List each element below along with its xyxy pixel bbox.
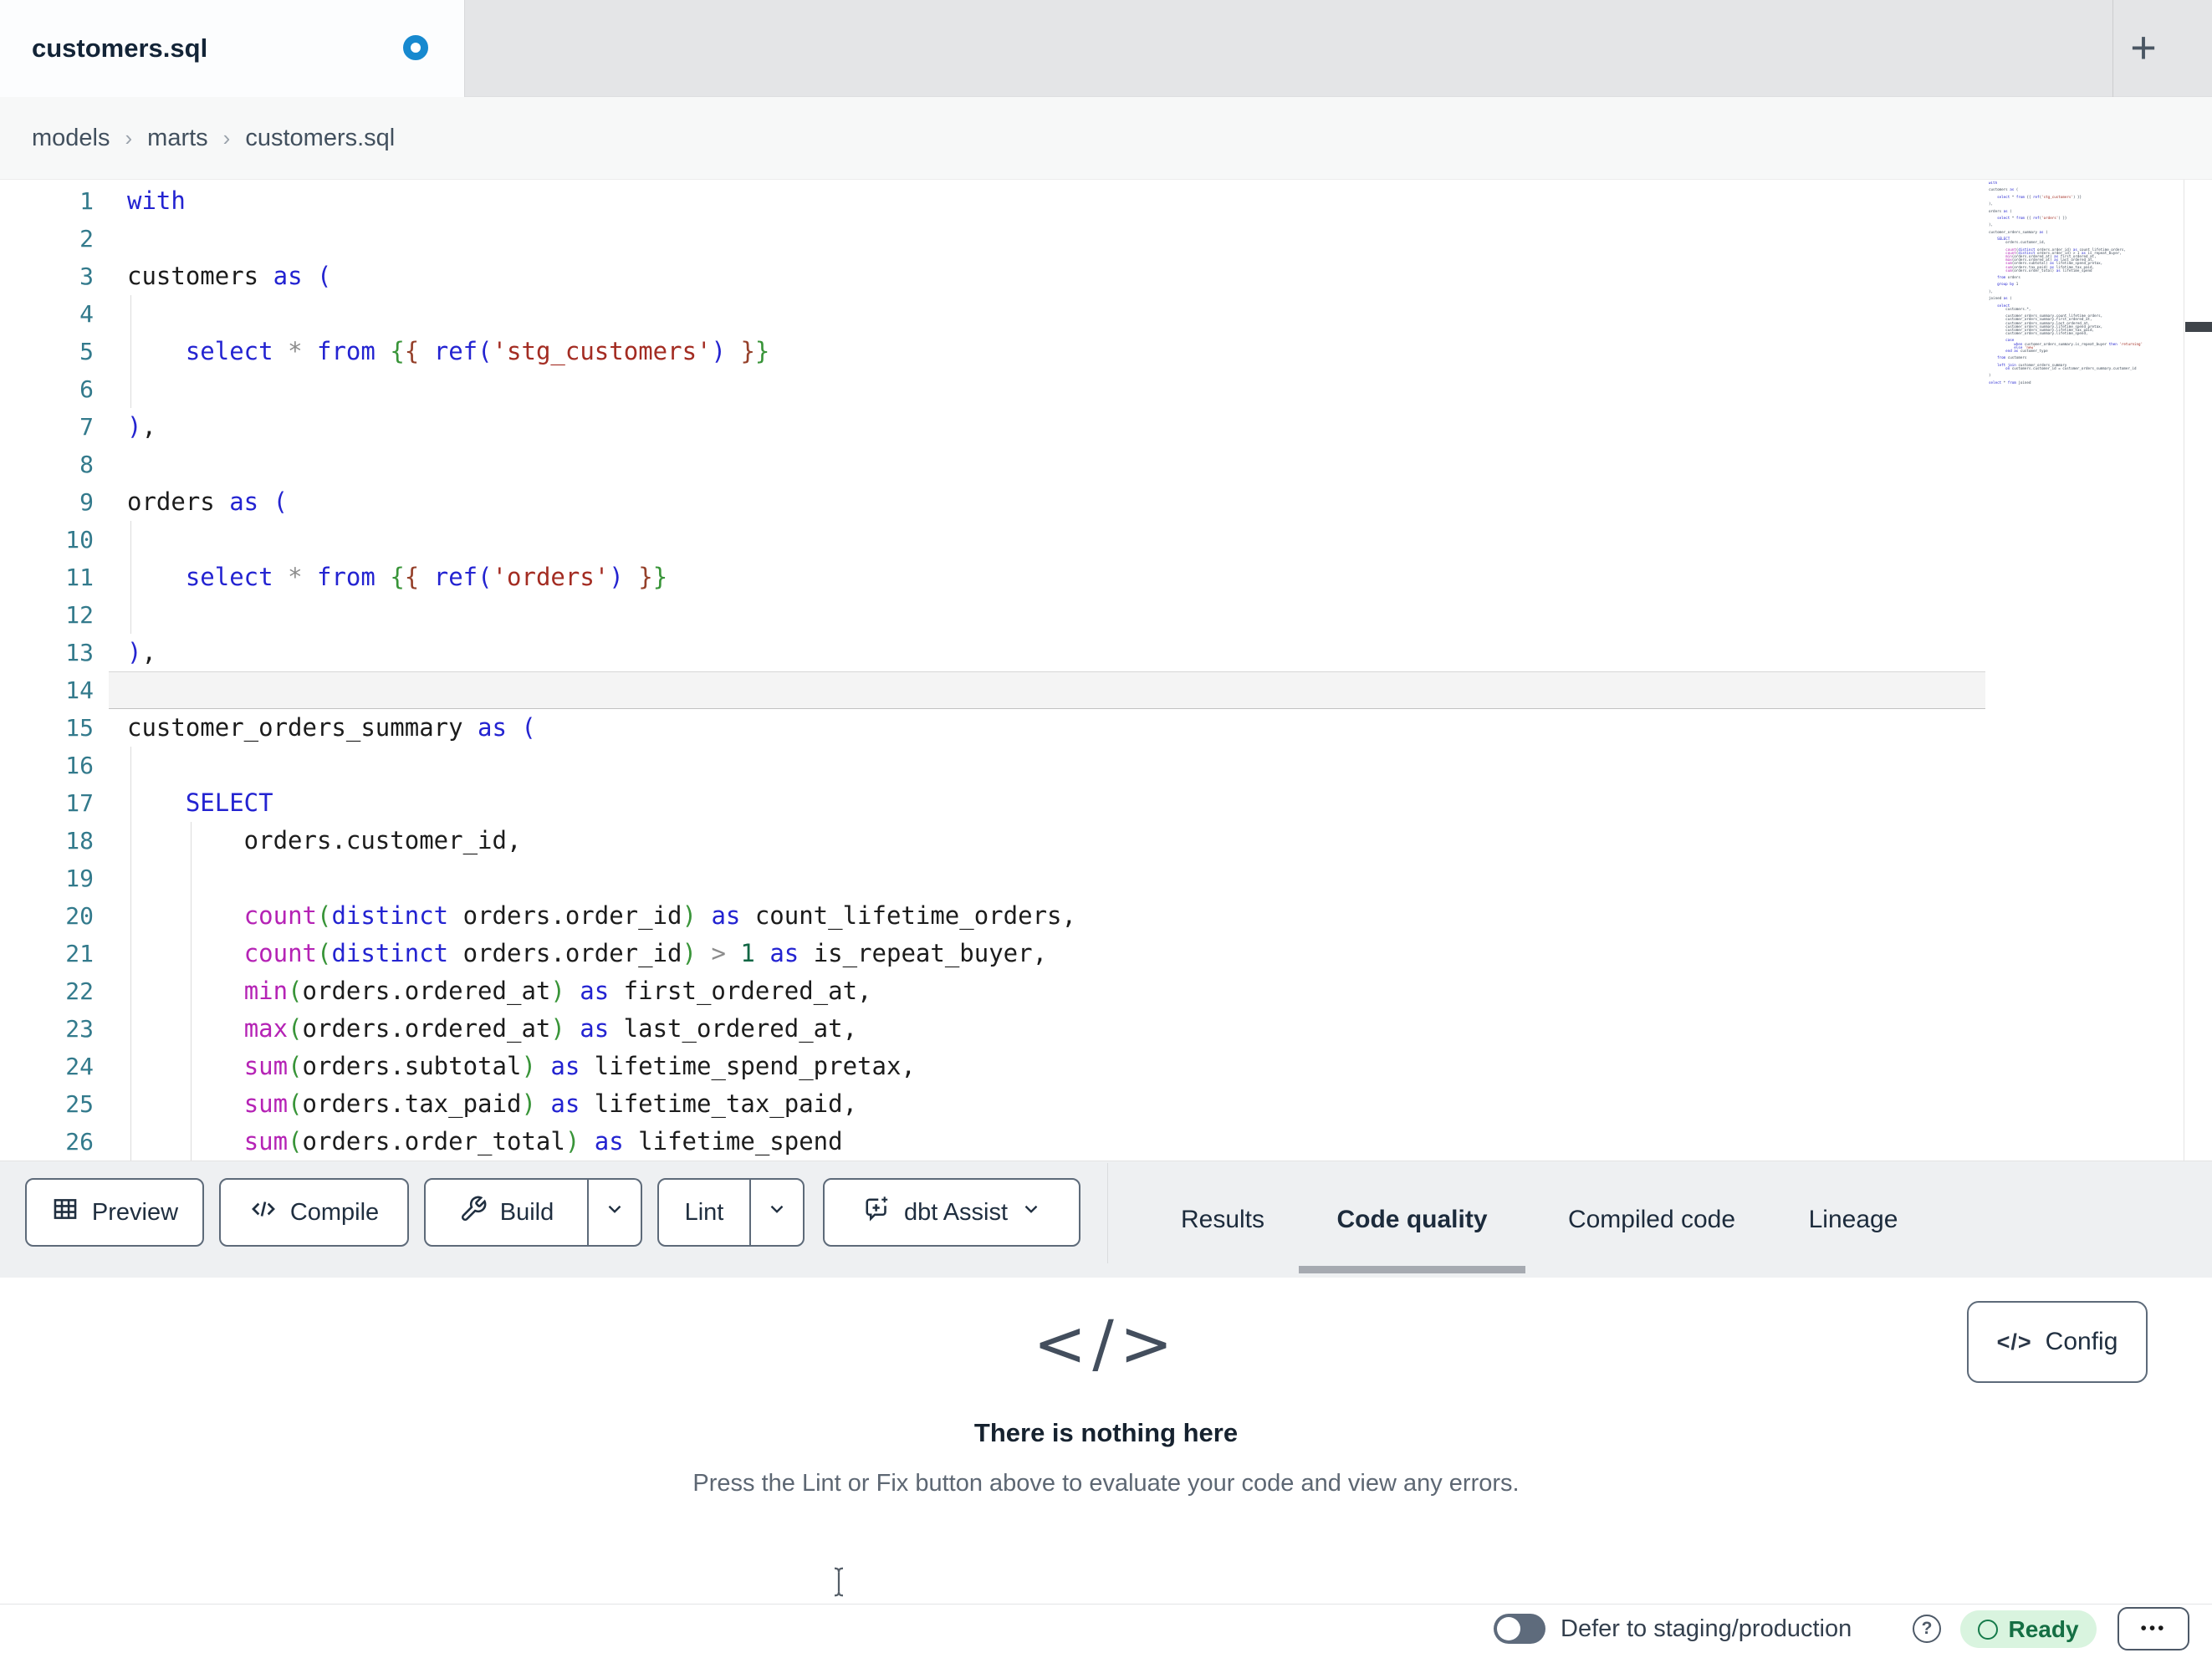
- code-line[interactable]: 19: [0, 860, 1982, 897]
- tab-compiled-code[interactable]: Compiled code: [1557, 1161, 1746, 1278]
- config-button[interactable]: </> Config: [1967, 1301, 2148, 1383]
- unsaved-indicator-dot: [403, 35, 428, 60]
- editor-toolbar: Preview Compile Build Lint dbt Assist Re…: [0, 1161, 2212, 1278]
- breadcrumb-item-marts[interactable]: marts: [147, 125, 208, 152]
- preview-button[interactable]: Preview: [25, 1178, 204, 1247]
- code-line[interactable]: 23 max(orders.ordered_at) as last_ordere…: [0, 1010, 1982, 1048]
- defer-toggle[interactable]: [1494, 1614, 1545, 1644]
- code-line[interactable]: 6: [0, 370, 1982, 408]
- code-line[interactable]: 18 orders.customer_id,: [0, 822, 1982, 860]
- code-line[interactable]: 1 with: [0, 182, 1982, 220]
- code-line[interactable]: 7),: [0, 408, 1982, 446]
- code-line[interactable]: 17 SELECT: [0, 784, 1982, 822]
- breadcrumb-separator: ›: [222, 125, 231, 151]
- status-bar: Defer to staging/production ? Ready •••: [0, 1604, 2212, 1653]
- tab-lineage[interactable]: Lineage: [1804, 1161, 1903, 1278]
- code-quality-panel: </> There is nothing here Press the Lint…: [0, 1278, 2212, 1604]
- build-button-group: Build: [424, 1178, 642, 1247]
- code-line[interactable]: 8: [0, 446, 1982, 483]
- code-line[interactable]: 26 sum(orders.order_total) as lifetime_s…: [0, 1123, 1982, 1161]
- code-icon: </>: [1996, 1329, 2032, 1355]
- build-label: Build: [499, 1198, 554, 1226]
- code-icon: [249, 1195, 278, 1230]
- compile-button[interactable]: Compile: [219, 1178, 409, 1247]
- tab-results[interactable]: Results: [1176, 1161, 1269, 1278]
- chevron-down-icon: [1020, 1198, 1042, 1227]
- code-line[interactable]: 16: [0, 747, 1982, 784]
- empty-state-subtitle: Press the Lint or Fix button above to ev…: [692, 1470, 1520, 1497]
- breadcrumb: models › marts › customers.sql: [32, 97, 395, 180]
- code-editor[interactable]: 1 with 2 3 customers as (4 5 select * from {{…: [0, 180, 2212, 1161]
- code-line[interactable]: 11 select * from {{ ref('orders') }}: [0, 559, 1982, 596]
- code-line[interactable]: 15 customer_orders_summary as (: [0, 709, 1982, 747]
- code-line[interactable]: 3 customers as (: [0, 258, 1982, 295]
- status-circle-icon: [1978, 1619, 1999, 1640]
- breadcrumb-separator: ›: [125, 125, 133, 151]
- code-line[interactable]: 25 sum(orders.tax_paid) as lifetime_tax_…: [0, 1085, 1982, 1123]
- lint-dropdown-button[interactable]: [749, 1180, 803, 1245]
- tab-code-quality[interactable]: Code quality: [1299, 1161, 1525, 1278]
- tab-customers-sql[interactable]: customers.sql: [0, 0, 465, 97]
- ready-label: Ready: [2008, 1615, 2079, 1642]
- more-options-button[interactable]: •••: [2117, 1607, 2189, 1650]
- breadcrumb-bar: models › marts › customers.sql: [0, 97, 2212, 266]
- scrollbar-thumb[interactable]: [2185, 322, 2212, 332]
- minimap[interactable]: with customers as ( select * from {{ ref…: [1989, 181, 2183, 432]
- code-line[interactable]: 20 count(distinct orders.order_id) as co…: [0, 897, 1982, 935]
- dbt-ide-window: customers.sql + models › marts › custome…: [0, 0, 2212, 1653]
- code-line[interactable]: 13),: [0, 634, 1982, 671]
- build-button[interactable]: Build: [426, 1180, 587, 1245]
- code-line[interactable]: 14: [0, 671, 1982, 709]
- status-badge-ready[interactable]: Ready: [1960, 1610, 2097, 1648]
- code-line[interactable]: 4: [0, 295, 1982, 333]
- dbt-assist-label: dbt Assist: [903, 1198, 1009, 1226]
- new-tab-button[interactable]: +: [2116, 20, 2171, 75]
- chevron-down-icon: [604, 1198, 626, 1227]
- code-line[interactable]: 9 orders as (: [0, 483, 1982, 521]
- lint-button[interactable]: Lint: [659, 1180, 749, 1245]
- preview-label: Preview: [91, 1198, 179, 1226]
- code-line[interactable]: 10: [0, 521, 1982, 559]
- config-label: Config: [2045, 1328, 2118, 1355]
- lint-label: Lint: [684, 1198, 724, 1226]
- assist-sparkle-chat-icon: [861, 1194, 891, 1231]
- toggle-knob: [1497, 1617, 1520, 1640]
- code-icon: </>: [1033, 1306, 1179, 1380]
- tab-title: customers.sql: [32, 33, 208, 63]
- code-line[interactable]: 21 count(distinct orders.order_id) > 1 a…: [0, 935, 1982, 972]
- tabbar-divider: [2112, 0, 2113, 97]
- lint-button-group: Lint: [657, 1178, 805, 1247]
- code-lines[interactable]: 1 with 2 3 customers as (4 5 select * from {{…: [0, 182, 1982, 1161]
- help-icon[interactable]: ?: [1913, 1615, 1941, 1643]
- code-line[interactable]: 22 min(orders.ordered_at) as first_order…: [0, 972, 1982, 1010]
- chevron-down-icon: [766, 1198, 788, 1227]
- breadcrumb-item-models[interactable]: models: [32, 125, 110, 152]
- code-line[interactable]: 24 sum(orders.subtotal) as lifetime_spen…: [0, 1048, 1982, 1085]
- code-line[interactable]: 12: [0, 596, 1982, 634]
- breadcrumb-item-customers-sql[interactable]: customers.sql: [245, 125, 395, 152]
- dbt-assist-button[interactable]: dbt Assist: [823, 1178, 1080, 1247]
- toolbar-divider: [1107, 1163, 1108, 1263]
- tab-bar: customers.sql +: [0, 0, 2212, 97]
- code-line[interactable]: 2: [0, 220, 1982, 258]
- code-line[interactable]: 5 select * from {{ ref('stg_customers') …: [0, 333, 1982, 370]
- table-icon: [51, 1195, 79, 1230]
- build-dropdown-button[interactable]: [587, 1180, 641, 1245]
- empty-state-title: There is nothing here: [973, 1418, 1239, 1447]
- text-cursor-pointer: [826, 1565, 851, 1603]
- wrench-icon: [459, 1195, 488, 1230]
- defer-label: Defer to staging/production: [1561, 1615, 1852, 1642]
- compile-label: Compile: [289, 1198, 380, 1226]
